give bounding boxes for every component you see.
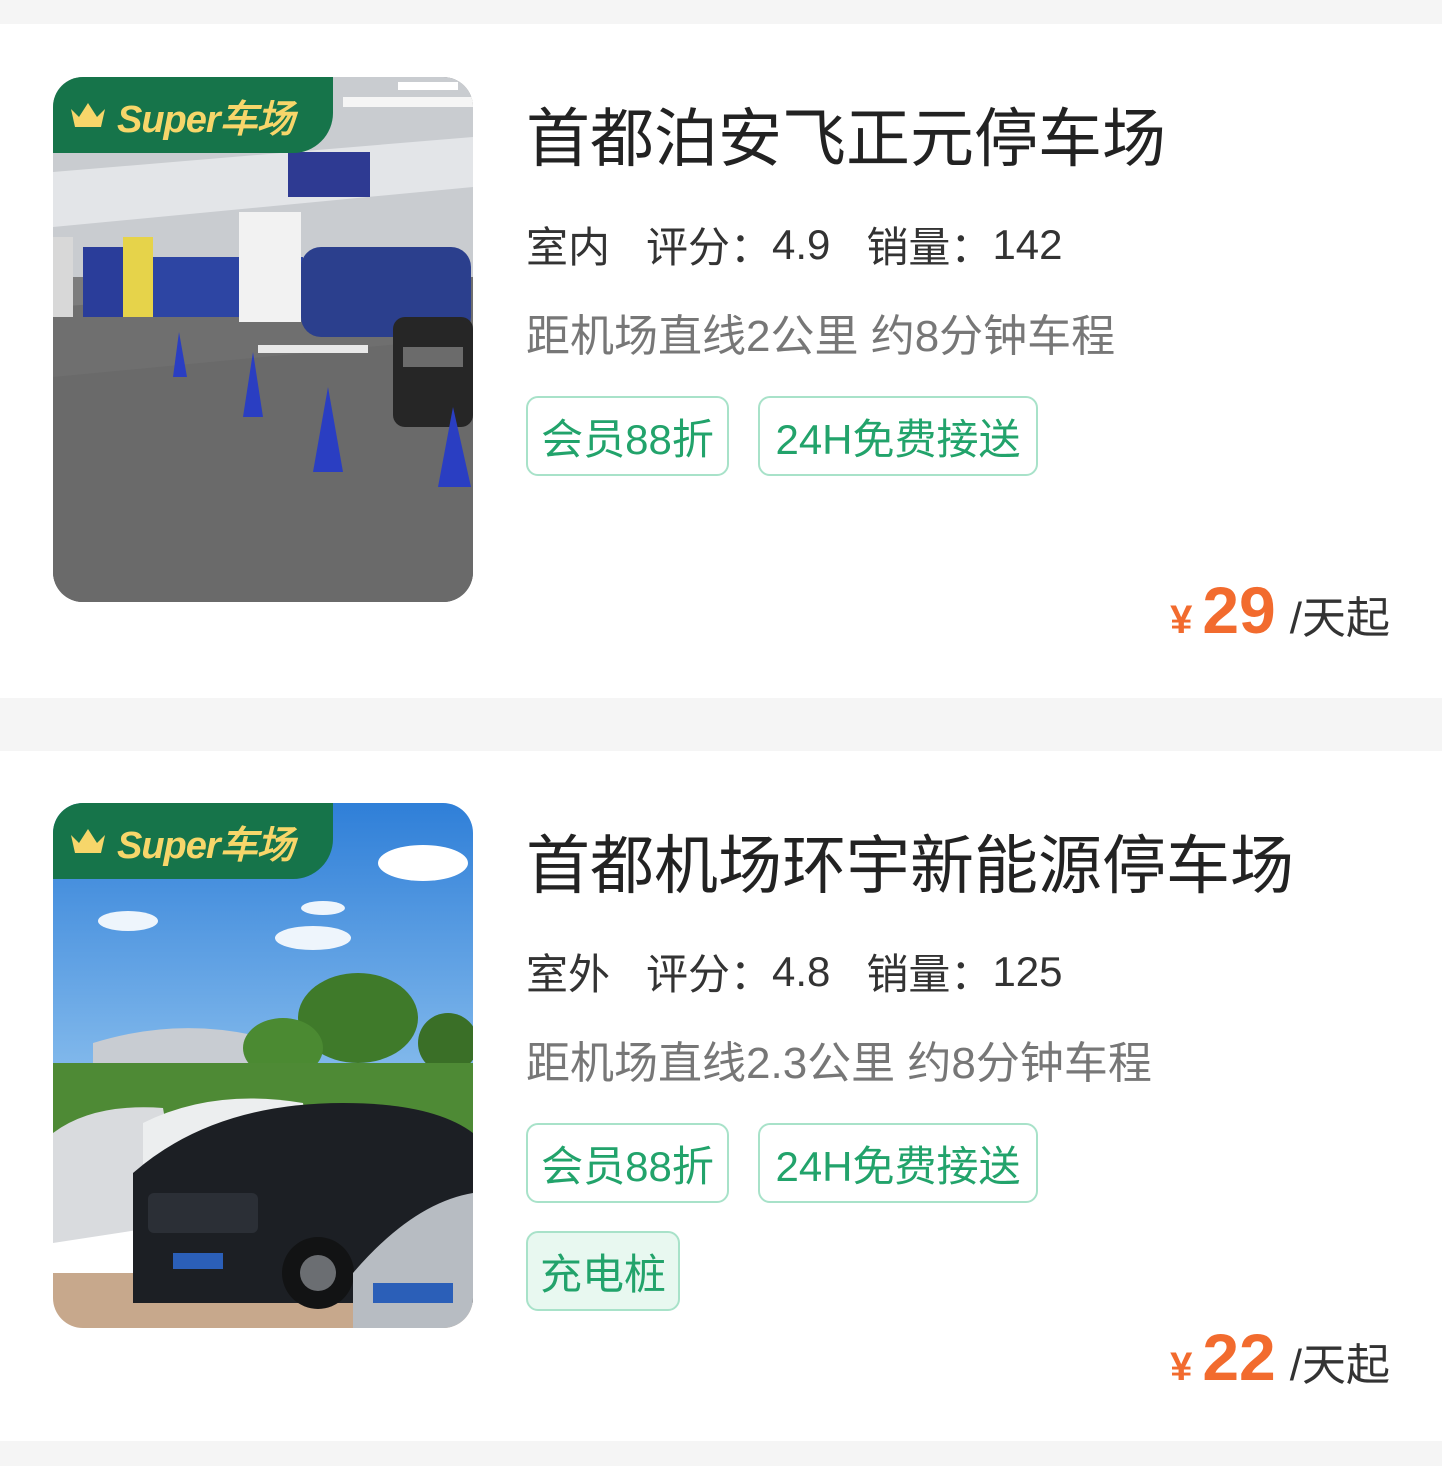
- parking-name[interactable]: 首都泊安飞正元停车场: [526, 88, 1166, 180]
- rating-value: 4.8: [772, 947, 831, 995]
- parking-meta: 室内 评分： 4.9 销量： 142: [523, 214, 1063, 281]
- badge-label: Super车场: [117, 98, 295, 141]
- super-parking-badge: Super车场: [53, 77, 333, 153]
- sales-label: 销量：: [866, 224, 993, 271]
- badge-label: Super车场: [117, 824, 295, 867]
- distance-info: 距机场直线2公里 约8分钟车程: [526, 312, 1116, 361]
- price-unit: /天起: [1289, 594, 1390, 643]
- price-block: ¥ 29 /天起: [1170, 572, 1390, 648]
- price-block: ¥ 22 /天起: [1170, 1319, 1390, 1395]
- currency-symbol: ¥: [1170, 598, 1193, 642]
- parking-name[interactable]: 首都机场环宇新能源停车场: [526, 815, 1294, 907]
- sales-value: 142: [992, 220, 1063, 268]
- price-unit: /天起: [1289, 1341, 1390, 1390]
- sales-label: 销量：: [866, 951, 993, 998]
- sales-value: 125: [992, 947, 1063, 995]
- outdoor-lot-photo: [53, 803, 473, 1328]
- tag-member-discount: 会员88折: [526, 1123, 729, 1203]
- parking-meta: 室外 评分： 4.8 销量： 125: [523, 941, 1063, 1008]
- parking-listing-card[interactable]: Super车场 首都机场环宇新能源停车场 室外 评分： 4.8 销量： 125 …: [0, 751, 1442, 1441]
- parking-type: 室内: [523, 214, 617, 281]
- tag-shuttle: 24H免费接送: [758, 396, 1038, 476]
- tag-shuttle: 24H免费接送: [758, 1123, 1038, 1203]
- parking-photo[interactable]: Super车场: [53, 77, 473, 602]
- price-amount: 29: [1202, 573, 1276, 647]
- crown-icon: [71, 829, 105, 853]
- indoor-garage-photo: [53, 77, 473, 602]
- distance-info: 距机场直线2.3公里 约8分钟车程: [526, 1039, 1152, 1088]
- parking-photo[interactable]: Super车场: [53, 803, 473, 1328]
- tag-charging: 充电桩: [526, 1231, 680, 1311]
- currency-symbol: ¥: [1170, 1345, 1193, 1389]
- super-parking-badge: Super车场: [53, 803, 333, 879]
- parking-type: 室外: [523, 941, 617, 1008]
- price-amount: 22: [1202, 1320, 1276, 1394]
- rating-label: 评分：: [646, 224, 773, 271]
- rating-value: 4.9: [772, 220, 831, 268]
- parking-listing-card[interactable]: Super车场 首都泊安飞正元停车场 室内 评分： 4.9 销量： 142 距机…: [0, 24, 1442, 698]
- rating-label: 评分：: [646, 951, 773, 998]
- tag-member-discount: 会员88折: [526, 396, 729, 476]
- crown-icon: [71, 103, 105, 127]
